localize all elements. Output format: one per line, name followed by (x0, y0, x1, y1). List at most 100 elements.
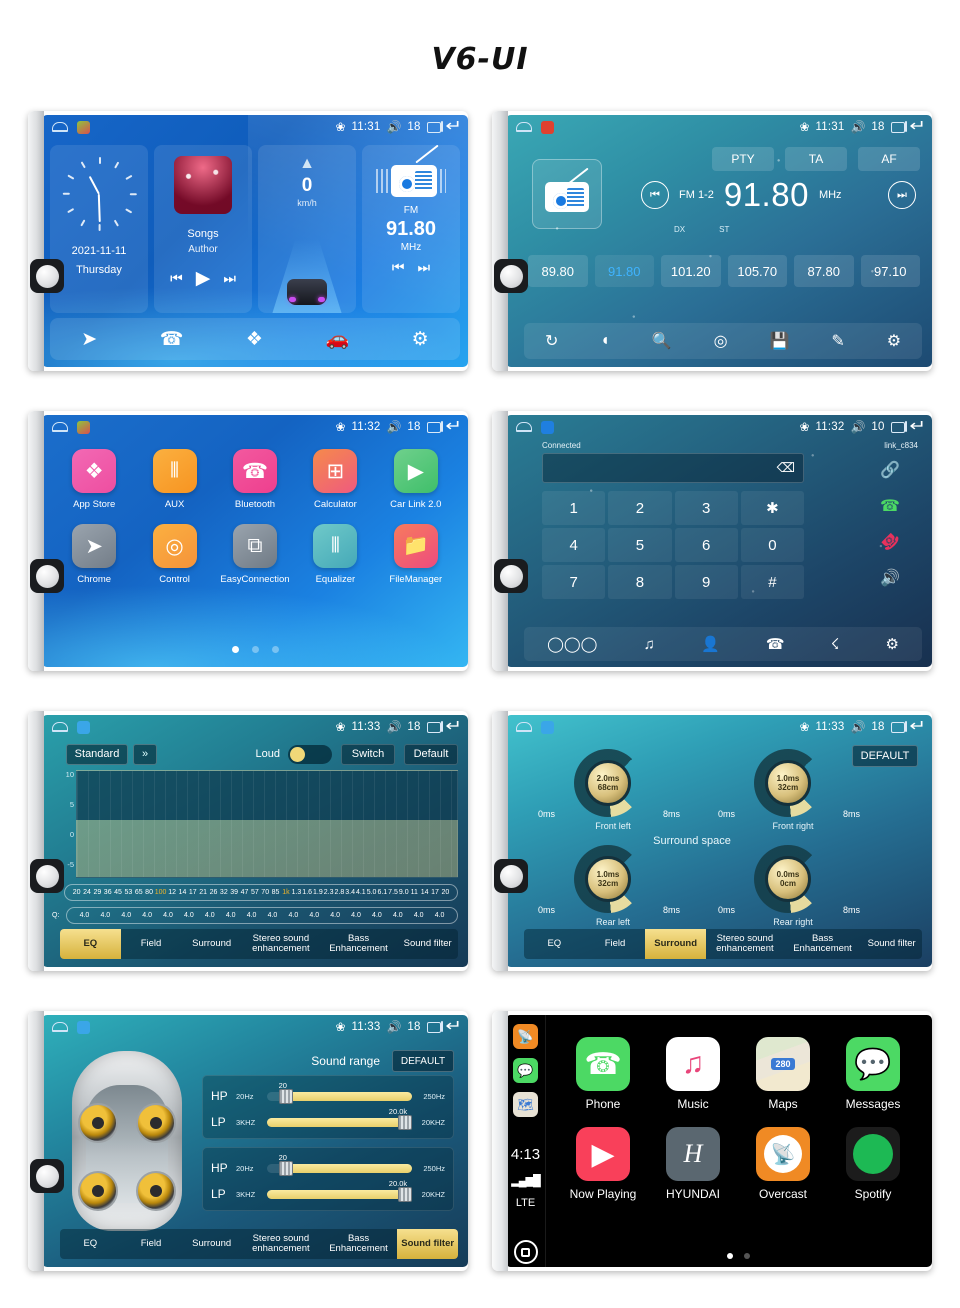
app-item-app-store[interactable]: ❖ App Store (54, 449, 134, 510)
q-values-bar[interactable]: 4.0 4.0 4.0 4.0 4.0 4.0 4.0 4.0 4.0 4.0 4.0 4.… (66, 907, 458, 924)
carplay-app-messages[interactable]: 💬 Messages (828, 1037, 918, 1111)
app-item-chrome[interactable]: ➤ Chrome (54, 524, 134, 585)
app-item-aux[interactable]: ⫴ AUX (134, 449, 214, 510)
page-dot[interactable] (743, 1253, 750, 1259)
carplay-app-phone[interactable]: ☎ Phone (558, 1037, 648, 1111)
carplay-app-now-playing[interactable]: ▶ Now Playing (558, 1127, 648, 1201)
tab-stereo-sound-enhancement[interactable]: Stereo sound enhancement (242, 1229, 320, 1259)
volume-knob[interactable] (494, 259, 528, 293)
music-widget[interactable]: Songs Author ⏮ ▶ ⏭ (154, 145, 252, 313)
settings-icon[interactable]: ⚙ (412, 328, 429, 351)
key-2[interactable]: 2 (608, 491, 672, 525)
tab-surround[interactable]: Surround (181, 929, 242, 959)
preset-button[interactable]: 101.20 (661, 255, 721, 287)
key-0[interactable]: 0 (740, 528, 804, 562)
knob-front-left[interactable]: 2.0ms 68cm 0ms 8ms Front left (538, 747, 688, 835)
app-badge-icon[interactable] (77, 120, 90, 134)
maps-rail-icon[interactable]: 🗺 (513, 1092, 538, 1117)
settings-icon[interactable]: ⚙ (885, 635, 898, 653)
volume-knob[interactable] (30, 859, 64, 893)
home-icon[interactable] (52, 422, 68, 432)
home-icon[interactable] (52, 1022, 68, 1032)
frequency-band-row[interactable]: 20 24 29 36 45 53 65 80 100 12 14 17 21 26 32 39… (64, 884, 458, 901)
contacts-icon[interactable]: 👤 (701, 635, 720, 653)
carplay-app-spotify[interactable]: Spotify (828, 1127, 918, 1201)
backspace-icon[interactable]: ⌫ (777, 460, 795, 476)
preset-button[interactable]: 89.80 (528, 255, 588, 287)
default-button[interactable]: Default (404, 743, 458, 765)
volume-knob[interactable] (30, 259, 64, 293)
prev-track-icon[interactable]: ⏮ (170, 270, 183, 287)
save-icon[interactable]: 💾 (770, 331, 790, 351)
equalizer-app-badge-icon[interactable] (77, 720, 90, 734)
volume-knob[interactable] (494, 559, 528, 593)
hp-slider[interactable]: 20 (267, 1153, 412, 1176)
navigation-widget[interactable]: ▲ 0 km/h (258, 145, 356, 313)
knob-rear-left[interactable]: 1.0ms 32cm 0ms 8ms Rear left (538, 843, 688, 931)
speaker-icon[interactable]: 🔊 (862, 561, 918, 594)
radio-widget[interactable]: FM 91.80 MHz ⏮ ⏭ (362, 144, 460, 313)
eq-preset-selector[interactable]: Standard (66, 743, 128, 765)
tab-field[interactable]: Field (121, 1229, 182, 1259)
messages-rail-icon[interactable]: 💬 (513, 1058, 538, 1083)
key-9[interactable]: 9 (674, 565, 738, 599)
recents-icon[interactable] (426, 420, 443, 433)
home-icon[interactable] (516, 422, 532, 432)
app-item-control[interactable]: ◎ Control (134, 524, 214, 585)
ta-button[interactable]: TA (785, 147, 847, 171)
pty-button[interactable]: PTY (712, 147, 774, 171)
app-item-easyconnection[interactable]: ⧉ EasyConnection (215, 524, 295, 585)
back-icon[interactable]: ↵ (909, 719, 926, 735)
preset-button[interactable]: 87.80 (794, 255, 854, 287)
phone-number-input[interactable]: ⌫ (542, 453, 804, 483)
seek-down-button[interactable]: ⏮ (641, 181, 669, 209)
recents-icon[interactable] (426, 720, 443, 733)
key-1[interactable]: 1 (542, 491, 606, 525)
recents-icon[interactable] (890, 420, 907, 433)
key-7[interactable]: 7 (542, 565, 606, 599)
music-icon[interactable]: ♫ (644, 636, 655, 653)
app-item-filemanager[interactable]: 📁 FileManager (376, 524, 456, 585)
tab-sound-filter[interactable]: Sound filter (397, 929, 458, 959)
volume-knob[interactable] (30, 1159, 64, 1193)
overcast-rail-icon[interactable]: 📡 (513, 1024, 538, 1049)
radio-app-badge-icon[interactable] (541, 120, 554, 134)
contrast-icon[interactable]: ◖ (600, 332, 610, 350)
knob-front-right[interactable]: 1.0ms 32cm 0ms 8ms Front right (718, 747, 868, 835)
volume-knob[interactable] (494, 859, 528, 893)
recents-icon[interactable] (426, 120, 443, 133)
tab-field[interactable]: Field (585, 929, 646, 959)
tab-eq[interactable]: EQ (60, 1229, 121, 1259)
bluetooth-app-badge-icon[interactable] (541, 420, 554, 434)
tab-eq[interactable]: EQ (60, 929, 121, 959)
radio-prev-icon[interactable]: ⏮ (392, 259, 405, 276)
page-dot[interactable] (231, 646, 239, 653)
clock-widget[interactable]: 2021-11-11 Thursday (50, 145, 148, 313)
back-icon[interactable]: ↵ (445, 419, 462, 435)
recents-icon[interactable] (890, 120, 907, 133)
equalizer-app-badge-icon[interactable] (541, 720, 554, 734)
home-icon[interactable] (516, 722, 532, 732)
app-item-calculator[interactable]: ⊞ Calculator (295, 449, 375, 510)
preset-button[interactable]: 97.10 (860, 255, 920, 287)
lp-slider[interactable]: 20.0k (267, 1107, 412, 1130)
key-hash[interactable]: # (740, 565, 804, 599)
tab-surround[interactable]: Surround (181, 1229, 242, 1259)
call-log-icon[interactable]: ☎ (766, 635, 785, 653)
link-icon[interactable]: 🔗 (862, 453, 918, 486)
hp-slider[interactable]: 20 (267, 1081, 412, 1104)
tab-bass-enhancement[interactable]: Bass Enhancement (320, 1229, 398, 1259)
lp-slider[interactable]: 20.0k (267, 1179, 412, 1202)
af-button[interactable]: AF (858, 147, 920, 171)
st-label[interactable]: ST (719, 225, 729, 234)
loud-toggle[interactable] (288, 744, 332, 764)
filter-default-button[interactable]: DEFAULT (392, 1050, 454, 1072)
page-dot[interactable] (251, 646, 259, 653)
edit-icon[interactable]: ✎ (831, 331, 844, 351)
volume-knob[interactable] (30, 559, 64, 593)
radio-next-icon[interactable]: ⏭ (418, 259, 431, 276)
knob-rear-right[interactable]: 0.0ms 0cm 0ms 8ms Rear right (718, 843, 868, 931)
next-track-icon[interactable]: ⏭ (223, 270, 236, 287)
recents-icon[interactable] (890, 720, 907, 733)
carplay-app-hyundai[interactable]: H HYUNDAI (648, 1127, 738, 1201)
